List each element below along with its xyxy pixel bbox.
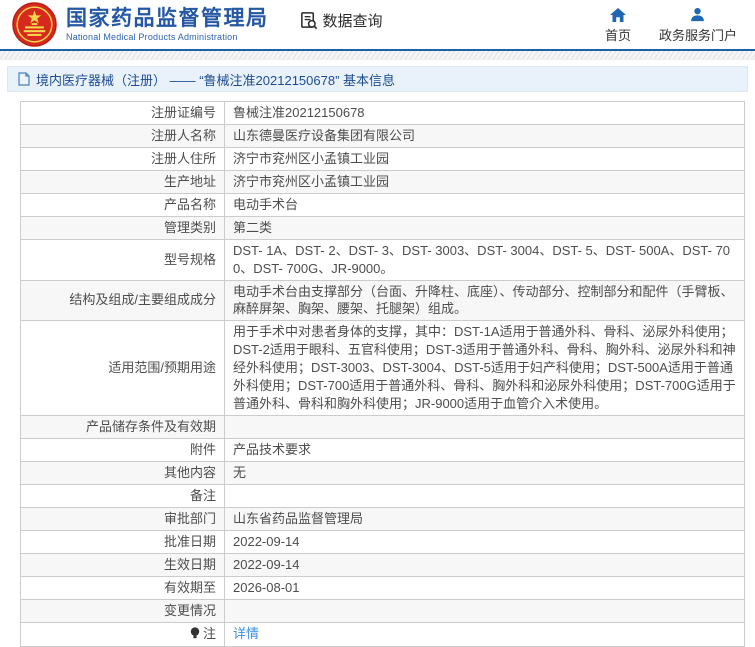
row-label: 审批部门 (20, 506, 225, 531)
table-row: 结构及组成/主要组成成分 电动手术台由支撑部分（台面、升降柱、底座）、传动部分、控… (20, 279, 745, 322)
row-label: 有效期至 (20, 575, 225, 600)
nav-portal-label: 政务服务门户 (658, 27, 737, 43)
row-value: 2022-09-14 (224, 529, 745, 554)
table-row: 注册人住所 济宁市兖州区小孟镇工业园 (20, 146, 745, 171)
details-link[interactable]: 详情 (233, 626, 259, 641)
table-row: 注册证编号 鲁械注准20212150678 (20, 101, 745, 125)
row-value: 济宁市兖州区小孟镇工业园 (224, 146, 745, 171)
table-row: 适用范围/预期用途 用于手术中对患者身体的支撑，其中：DST-1A适用于普通外科、… (20, 320, 745, 417)
row-label: 变更情况 (20, 598, 225, 623)
table-row: 批准日期 2022-09-14 (20, 529, 745, 554)
row-label: 附件 (20, 438, 225, 462)
row-label: 适用范围/预期用途 (20, 320, 225, 417)
row-label: 注 (20, 621, 225, 647)
row-value: 山东德曼医疗设备集团有限公司 (224, 123, 745, 148)
table-row: 管理类别 第二类 (20, 215, 745, 240)
row-value (224, 483, 745, 508)
table-row: 有效期至 2026-08-01 (20, 575, 745, 600)
row-value: 产品技术要求 (224, 438, 745, 462)
top-nav: 首页 政务服务门户 (605, 6, 745, 44)
row-label: 注册人住所 (20, 146, 225, 171)
table-row: 产品名称 电动手术台 (20, 192, 745, 217)
table-row: 产品储存条件及有效期 (20, 415, 745, 439)
row-value (224, 415, 745, 439)
row-value: 2022-09-14 (224, 552, 745, 577)
row-label: 注册证编号 (20, 101, 225, 125)
document-search-icon (300, 12, 317, 30)
agency-name-en: National Medical Products Administration (66, 31, 238, 42)
row-value: 鲁械注准20212150678 (224, 101, 745, 125)
table-row: 变更情况 (20, 598, 745, 623)
national-emblem-icon (12, 2, 57, 47)
site-header: 国家药品监督管理局 National Medical Products Admi… (0, 0, 755, 51)
nav-home-label: 首页 (604, 27, 631, 43)
table-row: 型号规格 DST- 1A、DST- 2、DST- 3、DST- 3003、DST-… (20, 238, 745, 281)
row-label: 备注 (20, 483, 225, 508)
row-label: 产品名称 (20, 192, 225, 217)
row-label: 产品储存条件及有效期 (20, 415, 225, 439)
row-label: 型号规格 (20, 238, 225, 281)
registration-info-table: 注册证编号 鲁械注准20212150678 注册人名称 山东德曼医疗设备集团有限公司注… (20, 101, 745, 647)
data-query-label: 数据查询 (322, 13, 383, 30)
table-row: 其他内容无 (20, 460, 745, 485)
table-row: 附件 产品技术要求 (20, 438, 745, 462)
table-row: 生产地址 济宁市兖州区小孟镇工业园 (20, 169, 745, 194)
agency-name-cn: 国家药品监督管理局 (66, 6, 269, 30)
bulb-icon (190, 627, 200, 639)
row-label: 批准日期 (20, 529, 225, 554)
row-label: 生产地址 (20, 169, 225, 194)
table-row: 注详情 (20, 621, 745, 647)
row-value: 电动手术台由支撑部分（台面、升降柱、底座）、传动部分、控制部分和配件（手臂板、麻… (224, 279, 745, 322)
row-value: DST- 1A、DST- 2、DST- 3、DST- 3003、DST- 300… (224, 238, 745, 281)
row-label: 结构及组成/主要组成成分 (20, 279, 225, 322)
agency-logo: 国家药品监督管理局 National Medical Products Admi… (12, 2, 269, 47)
row-label: 管理类别 (20, 215, 225, 240)
row-label: 注册人名称 (20, 123, 225, 148)
page-icon (18, 72, 30, 86)
nav-home[interactable]: 首页 (605, 6, 631, 44)
row-value: 济宁市兖州区小孟镇工业园 (224, 169, 745, 194)
nav-portal[interactable]: 政务服务门户 (659, 6, 737, 44)
row-label: 其他内容 (20, 460, 225, 485)
row-value (224, 598, 745, 623)
row-label: 生效日期 (20, 552, 225, 577)
table-row: 注册人名称 山东德曼医疗设备集团有限公司 (20, 123, 745, 148)
row-value: 详情 (224, 621, 745, 647)
breadcrumb: 境内医疗器械（注册） —— “鲁械注准20212150678” 基本信息 (7, 66, 748, 92)
row-value: 山东省药品监督管理局 (224, 506, 745, 531)
row-value: 用于手术中对患者身体的支撑，其中：DST-1A适用于普通外科、骨科、泌尿外科使用… (224, 320, 745, 417)
row-value: 2026-08-01 (224, 575, 745, 600)
breadcrumb-text: 境内医疗器械（注册） —— “鲁械注准20212150678” 基本信息 (36, 72, 396, 88)
table-row: 审批部门 山东省药品监督管理局 (20, 506, 745, 531)
data-query-button[interactable]: 数据查询 (299, 10, 383, 31)
home-icon (609, 6, 626, 22)
user-icon (690, 6, 705, 22)
row-value: 无 (224, 460, 745, 485)
table-row: 生效日期 2022-09-14 (20, 552, 745, 577)
table-row: 备注 (20, 483, 745, 508)
header-hatch-divider (0, 51, 755, 60)
row-value: 第二类 (224, 215, 745, 240)
row-value: 电动手术台 (224, 192, 745, 217)
